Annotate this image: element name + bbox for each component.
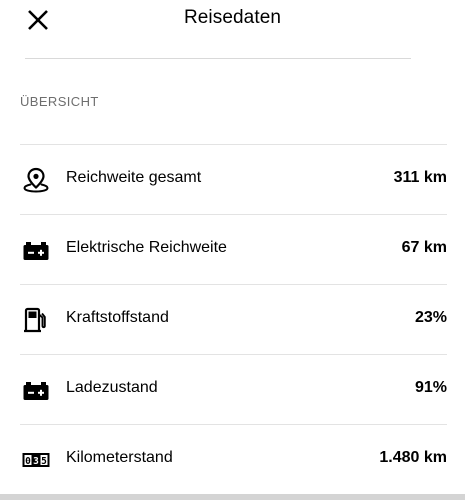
list-item-value: 1.480 km xyxy=(379,449,447,466)
battery-icon xyxy=(22,377,50,403)
odometer-icon: 0 3 5 xyxy=(22,447,50,473)
section-label-overview: ÜBERSICHT xyxy=(20,94,99,109)
page-title: Reisedaten xyxy=(183,7,282,28)
list-item-fuel-level[interactable]: Kraftstoffstand 23% xyxy=(0,285,465,355)
odometer-digit: 0 xyxy=(25,456,31,467)
odometer-digit: 5 xyxy=(41,456,47,467)
fuel-pump-icon xyxy=(22,307,50,333)
list-item-value: 311 km xyxy=(393,169,447,186)
list-item-electric-range[interactable]: Elektrische Reichweite 67 km xyxy=(0,215,465,285)
odometer-digit: 3 xyxy=(33,456,39,467)
list-item-label: Reichweite gesamt xyxy=(66,169,202,186)
list-item-label: Ladezustand xyxy=(66,379,158,396)
list-item-label: Kilometerstand xyxy=(66,449,173,466)
list-item-label: Elektrische Reichweite xyxy=(66,239,227,256)
list-item-charge-state[interactable]: Ladezustand 91% xyxy=(0,355,465,425)
list-item-value: 23% xyxy=(414,309,447,326)
list-item-value: 91% xyxy=(414,379,447,396)
list-item-value: 67 km xyxy=(401,239,447,256)
header-divider xyxy=(25,58,411,59)
location-pin-icon xyxy=(22,167,50,193)
battery-icon xyxy=(22,237,50,263)
list-item-total-range[interactable]: Reichweite gesamt 311 km xyxy=(0,145,465,215)
bottom-bar xyxy=(0,494,465,500)
list-item-label: Kraftstoffstand xyxy=(66,309,169,326)
list-item-odometer[interactable]: 0 3 5 Kilometerstand 1.480 km xyxy=(0,425,465,495)
header: Reisedaten xyxy=(0,0,465,40)
